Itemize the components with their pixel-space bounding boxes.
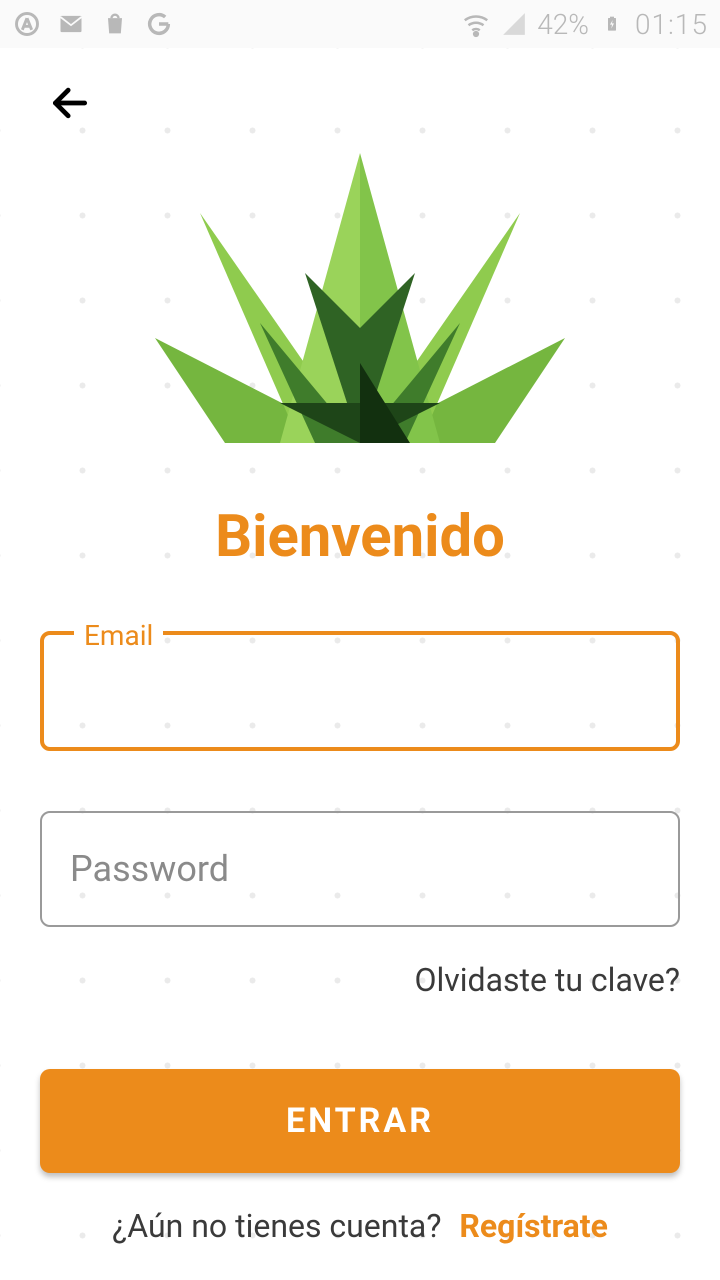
submit-button[interactable]: ENTRAR — [40, 1069, 680, 1173]
clock-time: 01:15 — [635, 8, 708, 41]
password-input[interactable] — [42, 813, 678, 925]
forgot-password-link[interactable]: Olvidaste tu clave? — [40, 961, 680, 999]
status-left — [12, 9, 174, 39]
app-circle-icon — [12, 9, 42, 39]
status-bar: 42% 01:15 — [0, 0, 720, 48]
arrow-left-icon — [48, 81, 92, 125]
email-field-container[interactable]: Email — [40, 631, 680, 751]
agave-logo-icon — [145, 153, 575, 453]
password-field-container[interactable] — [40, 811, 680, 927]
signup-row: ¿Aún no tienes cuenta? Regístrate — [40, 1207, 680, 1245]
google-g-icon — [144, 9, 174, 39]
signup-prompt: ¿Aún no tienes cuenta? — [112, 1207, 441, 1245]
signal-icon — [499, 9, 529, 39]
signup-link[interactable]: Regístrate — [459, 1207, 608, 1245]
login-screen: Bienvenido Email Olvidaste tu clave? ENT… — [0, 48, 720, 1280]
wifi-icon — [461, 9, 491, 39]
status-right: 42% 01:15 — [461, 8, 708, 41]
shop-icon — [100, 9, 130, 39]
email-label: Email — [74, 619, 163, 652]
brand-logo — [40, 153, 680, 453]
mail-icon — [56, 9, 86, 39]
battery-percent: 42% — [537, 8, 589, 41]
page-title: Bienvenido — [40, 503, 680, 571]
battery-charging-icon — [597, 9, 627, 39]
back-button[interactable] — [40, 73, 100, 133]
